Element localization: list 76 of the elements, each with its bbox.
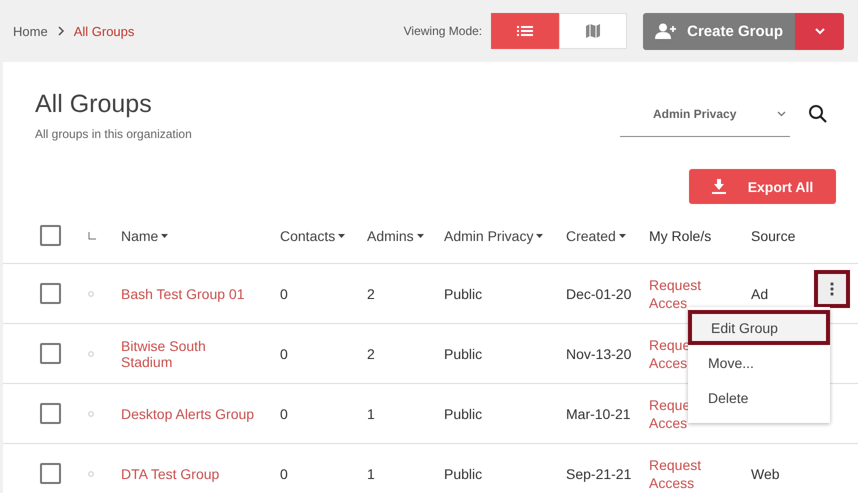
viewing-mode-label: Viewing Mode:	[404, 24, 482, 38]
menu-item[interactable]: Edit Group	[688, 310, 830, 345]
dropdown-button[interactable]	[795, 12, 844, 50]
circle-icon	[88, 470, 94, 476]
group-name-link[interactable]: Bash Test Group 01	[121, 286, 244, 302]
column-header: My Role/s	[649, 228, 712, 244]
tree-corner-icon	[88, 232, 96, 240]
page-subtitle: All groups in this organization	[35, 127, 193, 141]
group-name-link[interactable]: Desktop Alerts Group	[121, 406, 254, 422]
circle-icon	[88, 290, 94, 296]
page-title: All Groups	[35, 90, 153, 119]
request-access-link[interactable]: Access	[649, 474, 694, 490]
table-cell: 2	[367, 346, 375, 362]
column-header[interactable]: Admins	[367, 228, 424, 244]
chevron-down-icon	[814, 28, 824, 34]
table-cell: 1	[367, 466, 375, 482]
table-cell: Public	[444, 466, 482, 482]
download-icon	[712, 179, 726, 194]
circle-icon	[88, 410, 94, 416]
sort-caret-icon	[338, 234, 346, 238]
menu-item[interactable]: Move...	[688, 345, 830, 380]
table-cell: Public	[444, 406, 482, 422]
table-cell: Dec-01-20	[566, 286, 632, 302]
table-cell: Public	[444, 346, 482, 362]
table-cell: 1	[367, 406, 375, 422]
row-checkbox[interactable]	[40, 283, 61, 304]
column-header: Source	[751, 228, 796, 244]
breadcrumb-link[interactable]: Home	[13, 24, 48, 38]
sort-caret-icon	[618, 234, 626, 238]
table-cell: Nov-13-20	[566, 346, 632, 362]
column-header[interactable]: Admin Privacy	[444, 228, 544, 244]
request-access-link[interactable]: Acces	[649, 414, 688, 430]
map-icon	[585, 23, 602, 39]
request-access-link[interactable]: Request	[649, 276, 702, 292]
table-cell: Web	[751, 466, 780, 482]
table-cell: 0	[280, 286, 288, 302]
sort-caret-icon	[416, 234, 424, 238]
column-header[interactable]: Contacts	[280, 228, 346, 244]
table-cell: 2	[367, 286, 375, 302]
table-cell: 0	[280, 346, 288, 362]
sort-caret-icon	[161, 234, 168, 238]
table-cell: Sep-21-21	[566, 466, 632, 482]
column-header[interactable]: Name	[121, 228, 168, 244]
request-access-link[interactable]: Acces	[649, 354, 688, 370]
list-view-button[interactable]	[491, 13, 560, 49]
circle-icon	[88, 350, 94, 356]
select-all-checkbox[interactable]	[40, 225, 61, 246]
map-view-button[interactable]	[559, 13, 628, 49]
breadcrumb-link[interactable]: All Groups	[74, 24, 134, 38]
group-name-link[interactable]: DTA Test Group	[121, 466, 220, 482]
row-checkbox[interactable]	[40, 403, 61, 424]
table-cell: Mar-10-21	[566, 406, 631, 422]
table-cell: 0	[280, 466, 288, 482]
group-name-link[interactable]: Bitwise South Stadium	[121, 338, 257, 370]
export-all-button[interactable]: Export All	[689, 169, 836, 204]
search-icon[interactable]	[808, 104, 828, 124]
table-cell: Public	[444, 286, 482, 302]
table-cell: Ad	[751, 286, 768, 302]
more-options-button[interactable]	[814, 270, 850, 308]
chevron-down-icon	[777, 110, 786, 116]
request-access-link[interactable]: Request	[649, 456, 702, 472]
chevron-right-icon	[56, 26, 65, 36]
menu-item[interactable]: Delete	[688, 380, 830, 415]
admin-privacy-dropdown[interactable]: Admin Privacy	[620, 91, 790, 137]
create-group-button[interactable]: Create Group	[643, 12, 795, 50]
table-cell: 0	[280, 406, 288, 422]
list-icon	[517, 25, 534, 37]
request-access-link[interactable]: Reque	[649, 336, 690, 352]
column-header[interactable]: Created	[566, 228, 626, 244]
row-checkbox[interactable]	[40, 463, 61, 484]
row-checkbox[interactable]	[40, 343, 61, 364]
sort-caret-icon	[536, 234, 544, 238]
add-user-icon	[655, 23, 678, 39]
request-access-link[interactable]: Reque	[649, 396, 690, 412]
request-access-link[interactable]: Acces	[649, 294, 688, 310]
kebab-icon	[830, 282, 834, 296]
